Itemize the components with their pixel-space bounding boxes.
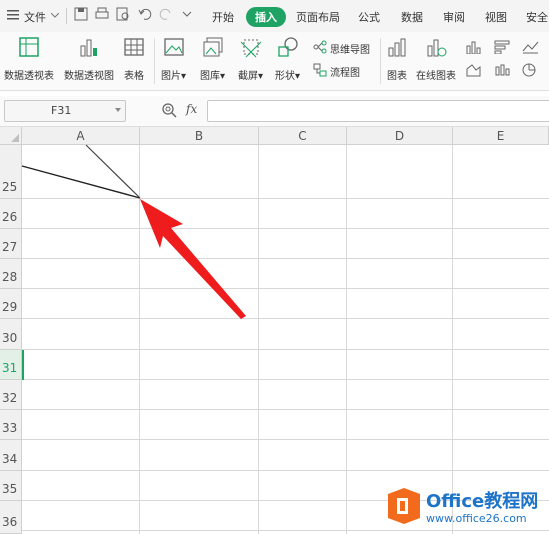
watermark-url: www.office26.com — [426, 512, 527, 525]
watermark-logo: Office教程网 www.office26.com — [383, 481, 549, 534]
office-logo-icon — [388, 488, 420, 524]
watermark-title: Office教程网 — [426, 491, 539, 512]
red-arrow-icon — [140, 199, 246, 319]
